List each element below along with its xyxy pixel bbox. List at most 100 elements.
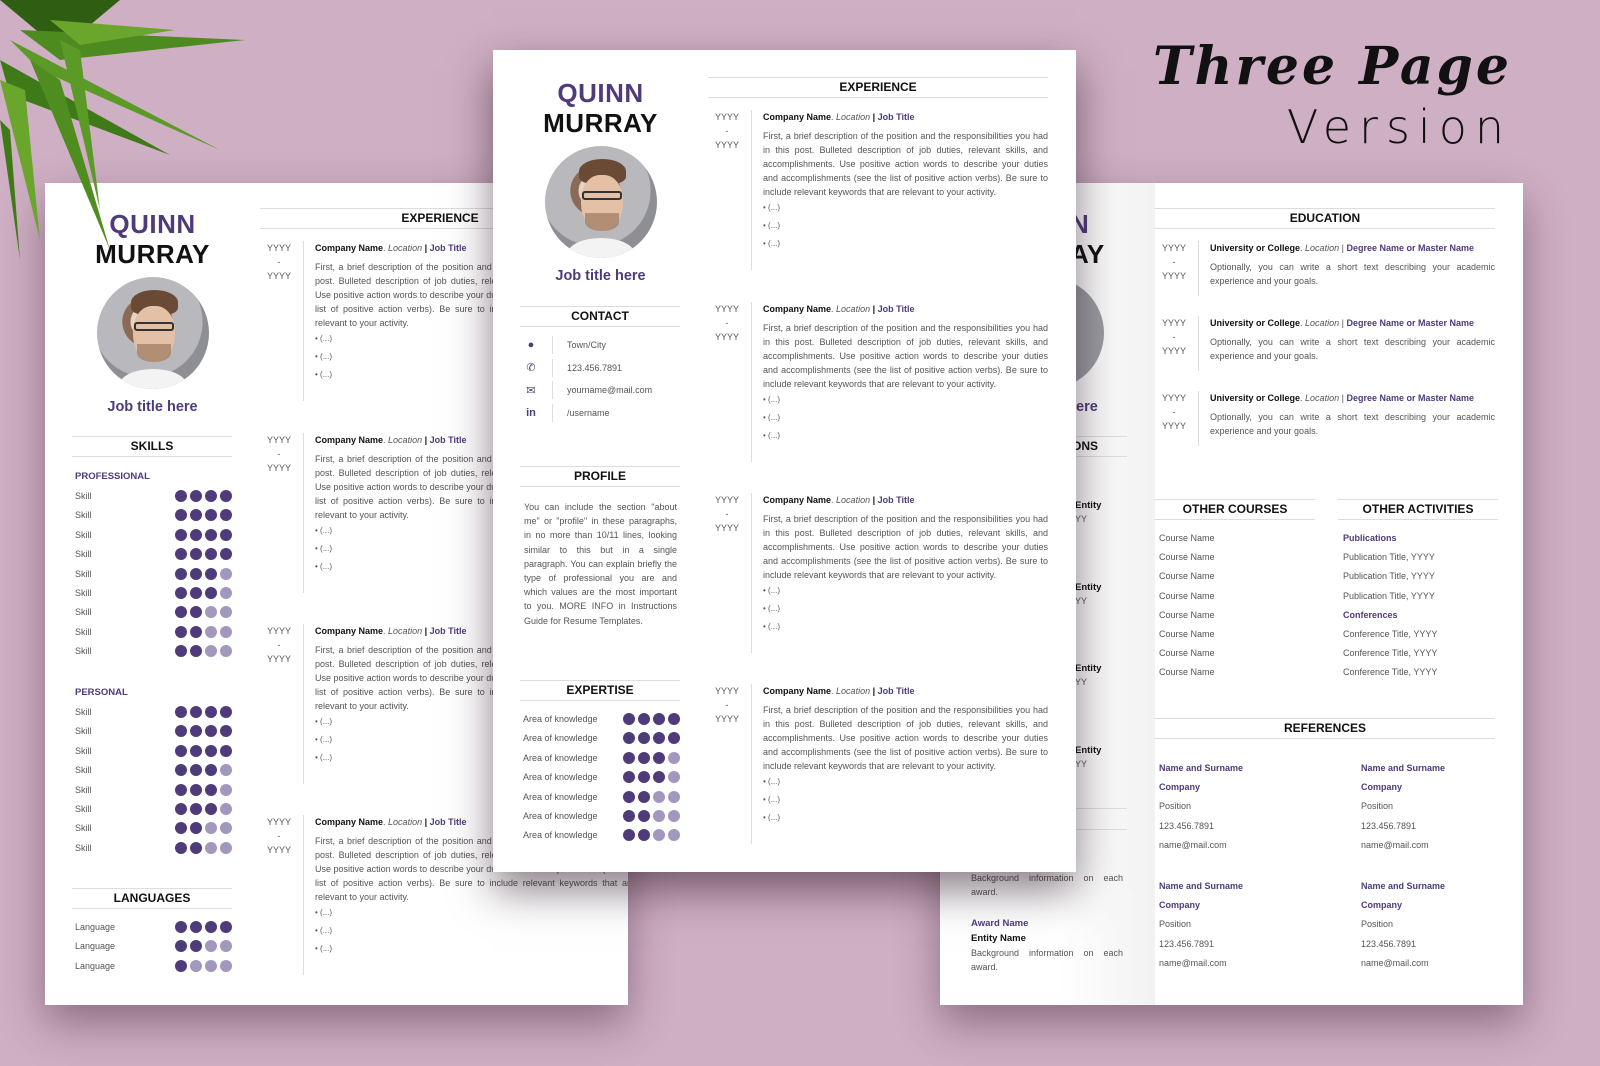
- rating-dot-filled: [623, 751, 635, 764]
- education-description: Optionally, you can write a short text d…: [1210, 412, 1495, 436]
- date-range: YYYY - YYYY: [263, 815, 295, 857]
- rating-label: Skill: [75, 804, 92, 814]
- rating-dot-filled: [220, 548, 232, 561]
- rating-dot-filled: [190, 822, 202, 835]
- rating-row: Area of knowledge: [523, 829, 680, 842]
- professional-label: PROFESSIONAL: [75, 471, 150, 482]
- rating-dot-filled: [205, 744, 217, 757]
- contact-item[interactable]: ● Town/City: [520, 336, 606, 354]
- rating-dot-filled: [205, 567, 217, 580]
- rating-row: Skill: [75, 567, 232, 580]
- location: Location: [836, 686, 871, 696]
- entity-fragment: Entity: [1075, 663, 1102, 674]
- company-name: Company Name: [315, 243, 384, 253]
- rating-dots: [175, 783, 232, 796]
- rating-dot-filled: [190, 625, 202, 638]
- location: Location: [388, 243, 423, 253]
- divider: [303, 815, 304, 975]
- pipe: |: [872, 686, 876, 696]
- reference-name: Name and Surname: [1159, 881, 1244, 891]
- rating-label: Skill: [75, 823, 92, 834]
- bullet-item: • (...): [763, 795, 781, 804]
- rating-dot-filled: [175, 764, 187, 777]
- contact-item[interactable]: in/username: [520, 403, 610, 422]
- experience-title: Company Name. Location | Job Title: [763, 304, 915, 314]
- pipe: |: [1341, 393, 1344, 403]
- rating-label: Area of knowledge: [523, 830, 598, 841]
- date-end: YYYY: [714, 714, 739, 724]
- rating-dot-filled: [175, 744, 187, 757]
- rating-dots: [175, 959, 232, 972]
- rating-label: Skill: [75, 626, 92, 637]
- rating-label: Area of knowledge: [523, 752, 598, 763]
- rating-dot-empty: [220, 645, 232, 658]
- bullet-list: • (...) • (...) • (...): [763, 199, 1048, 253]
- location: Location: [836, 112, 871, 122]
- reference-position: Position: [1361, 919, 1394, 930]
- rating-dot-empty: [668, 751, 680, 764]
- contact-heading: CONTACT: [520, 306, 680, 327]
- rating-dots: [623, 732, 680, 745]
- year-fragment: YY: [1075, 514, 1088, 524]
- rating-dot-filled: [175, 841, 187, 854]
- other-courses-heading: OTHER COURSES: [1155, 499, 1315, 520]
- date-range: YYYY - YYYY: [711, 493, 743, 535]
- rating-dot-filled: [220, 725, 232, 738]
- rating-dot-filled: [190, 645, 202, 658]
- rating-dot-filled: [653, 713, 665, 725]
- school-name: University or College: [1210, 393, 1301, 403]
- rating-dot-filled: [175, 509, 187, 522]
- rating-dots: [175, 725, 232, 738]
- contact-item[interactable]: ✉ yourname@mail.com: [520, 381, 652, 399]
- banner-title: Three Page: [1152, 36, 1512, 97]
- date-end: YYYY: [714, 523, 739, 533]
- education-heading: EDUCATION: [1155, 208, 1495, 229]
- year-fragment: YY: [1075, 759, 1088, 769]
- contact-value: yourname@mail.com: [567, 385, 653, 395]
- course-item: Course Name: [1159, 590, 1215, 601]
- reference-phone: 123.456.7891: [1361, 938, 1417, 949]
- rating-label: Area of knowledge: [523, 772, 598, 783]
- date-start: YYYY: [714, 112, 739, 122]
- rating-dots: [175, 706, 232, 718]
- rating-dot-filled: [623, 732, 635, 745]
- date-sep: -: [277, 449, 281, 459]
- location: Location: [1305, 243, 1340, 253]
- rating-dot-filled: [220, 490, 232, 502]
- rating-dot-empty: [653, 810, 665, 822]
- date-sep: -: [725, 126, 729, 136]
- contact-item[interactable]: ✆ 123.456.7891: [520, 358, 622, 377]
- reference-company: Company: [1159, 782, 1201, 793]
- date-start: YYYY: [266, 435, 291, 445]
- date-range: YYYY - YYYY: [1158, 241, 1190, 283]
- rating-dot-filled: [220, 744, 232, 757]
- rating-dots: [175, 490, 232, 502]
- rating-dot-filled: [205, 921, 217, 933]
- rating-dots: [623, 829, 680, 842]
- banner-subtitle: Version: [1286, 100, 1512, 154]
- rating-dot-filled: [190, 921, 202, 933]
- rating-row: Skill: [75, 783, 232, 796]
- profile-photo: [545, 146, 657, 258]
- rating-dot-filled: [175, 548, 187, 561]
- bullet-list: • (...) • (...) • (...): [763, 582, 1048, 636]
- date-sep: -: [1172, 332, 1176, 342]
- divider: [1198, 241, 1199, 296]
- reference-entry: Name and Surname Company Position 123.456.7…: [1159, 877, 1243, 973]
- course-item: Course Name: [1159, 533, 1215, 543]
- rating-dot-empty: [220, 959, 232, 972]
- rating-dot-filled: [668, 732, 680, 745]
- job-title: Job Title: [429, 817, 467, 827]
- date-start: YYYY: [1161, 318, 1186, 328]
- job-title: Job title here: [555, 268, 646, 284]
- rating-row: Area of knowledge: [523, 771, 680, 784]
- rating-label: Skill: [75, 588, 92, 598]
- experience-title: Company Name. Location | Job Title: [763, 495, 915, 505]
- rating-dot-filled: [623, 713, 635, 725]
- education-title: University or College. Location | Degree…: [1210, 318, 1475, 328]
- rating-label: Skill: [75, 707, 92, 717]
- rating-dot-filled: [175, 706, 187, 718]
- date-end: YYYY: [266, 271, 291, 281]
- bullet-item: • (...): [763, 395, 781, 404]
- rating-dot-filled: [190, 587, 202, 599]
